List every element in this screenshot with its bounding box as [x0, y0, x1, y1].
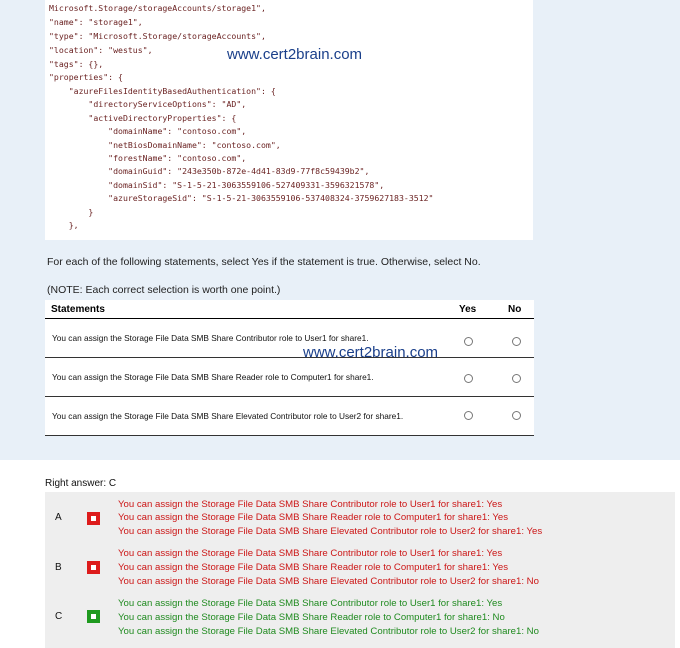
right-answer-value: C [108, 478, 117, 489]
yes-radio[interactable] [464, 411, 473, 420]
statement-text: You can assign the Storage File Data SMB… [52, 411, 404, 421]
code-line: "domainName": "contoso.com", [49, 126, 247, 136]
option-statement: You can assign the Storage File Data SMB… [118, 526, 543, 537]
watermark-text: www.cert2brain.com [227, 46, 363, 63]
code-line: "location": "westus", [49, 45, 153, 55]
code-line: "forestName": "contoso.com", [49, 153, 247, 163]
header-yes: Yes [459, 304, 477, 315]
option-statement: You can assign the Storage File Data SMB… [118, 576, 539, 587]
option-statement: You can assign the Storage File Data SMB… [118, 612, 505, 623]
correct-answer-icon[interactable] [87, 610, 100, 623]
code-line: "type": "Microsoft.Storage/storageAccoun… [49, 31, 266, 41]
option-statement: You can assign the Storage File Data SMB… [118, 562, 509, 573]
option-letter: A [55, 512, 62, 523]
yes-radio[interactable] [464, 337, 473, 346]
table-row: You can assign the Storage File Data SMB… [45, 319, 534, 358]
option-letter: B [55, 562, 62, 573]
option-statement: You can assign the Storage File Data SMB… [118, 499, 503, 510]
code-line: "directoryServiceOptions": "AD", [49, 99, 247, 109]
code-line: }, [49, 220, 79, 230]
option-letter: C [55, 611, 63, 622]
instructions-text: For each of the following statements, se… [47, 256, 481, 268]
statement-text: You can assign the Storage File Data SMB… [52, 372, 374, 382]
header-statements: Statements [51, 304, 105, 315]
no-radio[interactable] [512, 411, 521, 420]
code-line: } [49, 207, 94, 217]
code-line: "domainSid": "S-1-5-21-3063559106-527409… [49, 180, 385, 190]
note-text: (NOTE: Each correct selection is worth o… [47, 284, 281, 296]
no-radio[interactable] [512, 374, 521, 383]
question-panel: Microsoft.Storage/storageAccounts/storag… [0, 0, 680, 460]
code-line: Microsoft.Storage/storageAccounts/storag… [49, 3, 266, 13]
option-statement: You can assign the Storage File Data SMB… [118, 548, 503, 559]
header-no: No [508, 304, 522, 315]
code-line: "properties": { [49, 72, 123, 82]
code-block: Microsoft.Storage/storageAccounts/storag… [45, 0, 533, 240]
option-statement: You can assign the Storage File Data SMB… [118, 626, 539, 637]
no-radio[interactable] [512, 337, 521, 346]
wrong-answer-icon[interactable] [87, 561, 100, 574]
option-statement: You can assign the Storage File Data SMB… [118, 598, 503, 609]
table-row: You can assign the Storage File Data SMB… [45, 358, 534, 397]
table-header: Statements Yes No [45, 300, 534, 319]
code-line: "netBiosDomainName": "contoso.com", [49, 140, 281, 150]
yes-radio[interactable] [464, 374, 473, 383]
statement-text: You can assign the Storage File Data SMB… [52, 333, 369, 343]
watermark-text: www.cert2brain.com [303, 344, 439, 361]
table-row: You can assign the Storage File Data SMB… [45, 397, 534, 436]
right-answer: Right answer: C [45, 478, 116, 489]
code-line: "activeDirectoryProperties": { [49, 113, 237, 123]
code-line: "azureStorageSid": "S-1-5-21-3063559106-… [49, 193, 434, 203]
wrong-answer-icon[interactable] [87, 512, 100, 525]
option-statement: You can assign the Storage File Data SMB… [118, 512, 509, 523]
code-line: "azureFilesIdentityBasedAuthentication":… [49, 86, 276, 96]
right-answer-label: Right answer: [45, 478, 107, 489]
code-line: "tags": {}, [49, 59, 104, 69]
code-line: "domainGuid": "243e350b-872e-4d41-83d9-7… [49, 166, 370, 176]
code-line: "name": "storage1", [49, 17, 143, 27]
statements-table: Statements Yes No You can assign the Sto… [45, 300, 534, 436]
